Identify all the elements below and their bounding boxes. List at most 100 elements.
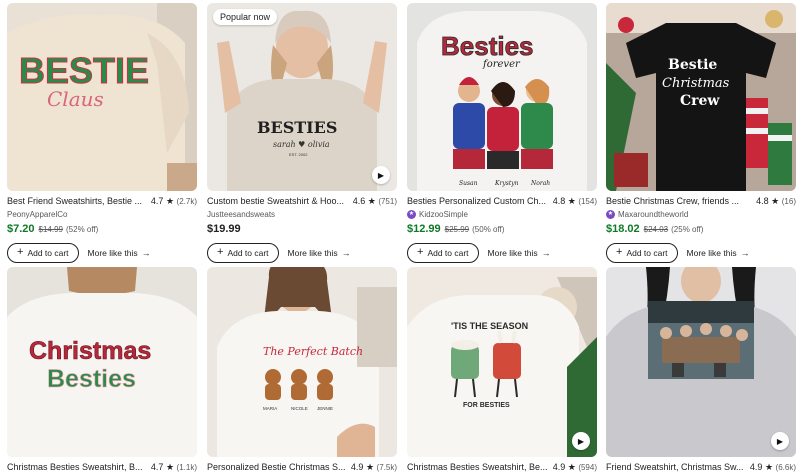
listing-image[interactable]: Bestie Christmas Crew — [606, 3, 796, 191]
arrow-right-icon: → — [141, 247, 151, 258]
sweatshirt-photo: The Perfect Batch MARIA NICOLE JENNIE — [207, 267, 397, 457]
listing-card[interactable]: 'TIS THE SEASON FOR BESTIES ▶ Christmas … — [407, 267, 597, 473]
star-seller-icon: ★ — [407, 210, 416, 219]
play-icon[interactable]: ▶ — [372, 166, 390, 184]
listing-card[interactable]: The Perfect Batch MARIA NICOLE JENNIE Pe… — [207, 267, 397, 473]
original-price: $24.03 — [643, 225, 669, 234]
sweatshirt-photo: 'TIS THE SEASON FOR BESTIES — [407, 267, 597, 457]
discount: (50% off) — [472, 225, 505, 234]
sale-price: $7.20 — [7, 223, 35, 235]
listing-image[interactable]: ▶ — [606, 267, 796, 457]
svg-text:Besties: Besties — [47, 365, 136, 393]
rating: 4.7 ★ (1.1k) — [150, 461, 197, 472]
more-like-this-link[interactable]: More like this → — [687, 248, 750, 258]
sweatshirt-photo: Christmas Besties — [7, 267, 197, 457]
star-icon: ★ — [567, 195, 576, 206]
shop-name[interactable]: ★ Maxaroundtheworld — [606, 209, 796, 220]
svg-text:FOR BESTIES: FOR BESTIES — [463, 402, 510, 409]
listing-title[interactable]: Christmas Besties Sweatshirt, B... — [7, 462, 151, 472]
more-like-this-link[interactable]: More like this → — [88, 248, 151, 258]
star-icon: ★ — [567, 461, 576, 472]
shop-name[interactable]: ★ KidzooSimple — [407, 209, 597, 220]
listing-title[interactable]: Personalized Bestie Christmas S... — [207, 462, 351, 472]
sweatshirt-photo: Besties forever Susan Krystyn Norah — [407, 3, 597, 191]
sale-price: $12.99 — [407, 223, 441, 235]
listing-image[interactable]: Christmas Besties — [7, 267, 197, 457]
star-icon: ★ — [165, 195, 175, 206]
rating: 4.8 ★ (154) — [552, 195, 597, 206]
sweatshirt-photo — [606, 267, 796, 457]
listing-image[interactable]: The Perfect Batch MARIA NICOLE JENNIE — [207, 267, 397, 457]
svg-text:'TIS THE SEASON: 'TIS THE SEASON — [451, 321, 528, 331]
price-row: $12.99 $25.99 (50% off) — [407, 223, 597, 237]
svg-text:NICOLE: NICOLE — [291, 406, 308, 411]
more-like-this-link[interactable]: More like this → — [288, 248, 351, 258]
listing-card[interactable]: Besties forever Susan Krystyn Norah Best… — [407, 3, 597, 263]
shop-name[interactable]: PeonyApparelCo — [7, 209, 197, 220]
original-price: $14.99 — [38, 225, 63, 234]
star-icon: ★ — [764, 461, 774, 472]
svg-text:Krystyn: Krystyn — [494, 180, 519, 187]
listing-title[interactable]: Besties Personalized Custom Ch... — [407, 196, 553, 206]
svg-text:EST. 2002: EST. 2002 — [289, 152, 308, 157]
plus-icon: + — [217, 246, 224, 258]
listing-card[interactable]: BESTIE Claus Best Friend Sweatshirts, Be… — [7, 3, 197, 263]
sweatshirt-photo: BESTIE Claus — [7, 3, 197, 191]
discount: (52% off) — [66, 225, 99, 234]
price: $19.99 — [207, 223, 241, 235]
listing-grid: BESTIE Claus Best Friend Sweatshirts, Be… — [0, 0, 800, 473]
listing-image[interactable]: BESTIES sarah ♥ olivia EST. 2002 Popular… — [207, 3, 397, 191]
sale-price: $18.02 — [606, 223, 640, 235]
add-to-cart-button[interactable]: + Add to cart — [407, 242, 479, 263]
add-to-cart-button[interactable]: + Add to cart — [606, 242, 678, 263]
play-icon[interactable]: ▶ — [771, 432, 789, 450]
price-row: $18.02 $24.03 (25% off) — [606, 223, 796, 237]
arrow-right-icon: → — [341, 247, 351, 258]
svg-text:Susan: Susan — [459, 180, 478, 187]
plus-icon: + — [616, 246, 623, 258]
plus-icon: + — [417, 246, 424, 258]
arrow-right-icon: → — [740, 247, 750, 258]
svg-text:Claus: Claus — [47, 87, 104, 111]
svg-text:Bestie: Bestie — [668, 57, 717, 73]
listing-title[interactable]: Best Friend Sweatshirts, Bestie ... — [7, 196, 151, 206]
svg-text:forever: forever — [482, 59, 521, 70]
rating: 4.9 ★ (6.6k) — [749, 461, 796, 472]
add-to-cart-button[interactable]: + Add to cart — [207, 242, 279, 263]
star-icon: ★ — [365, 461, 375, 472]
star-seller-icon: ★ — [606, 210, 615, 219]
listing-card[interactable]: Bestie Christmas Crew Bestie Christmas C… — [606, 3, 796, 263]
discount: (25% off) — [671, 225, 704, 234]
original-price: $25.99 — [444, 225, 470, 234]
listing-title[interactable]: Custom bestie Sweatshirt & Hoo... — [207, 196, 353, 206]
svg-text:Christmas: Christmas — [662, 76, 730, 91]
star-icon: ★ — [771, 195, 780, 206]
popular-now-badge: Popular now — [213, 9, 278, 25]
listing-title[interactable]: Bestie Christmas Crew, friends ... — [606, 196, 756, 206]
svg-text:JENNIE: JENNIE — [317, 406, 333, 411]
svg-text:The Perfect Batch: The Perfect Batch — [263, 345, 363, 358]
svg-text:Besties: Besties — [441, 31, 534, 61]
listing-image[interactable]: BESTIE Claus — [7, 3, 197, 191]
more-like-this-link[interactable]: More like this → — [488, 248, 551, 258]
plus-icon: + — [17, 246, 24, 258]
add-to-cart-button[interactable]: + Add to cart — [7, 242, 79, 263]
rating: 4.7 ★ (2.7k) — [150, 195, 197, 206]
shop-name[interactable]: Justteesandsweats — [207, 209, 397, 220]
sweatshirt-photo: BESTIES sarah ♥ olivia EST. 2002 — [207, 3, 397, 191]
svg-text:Crew: Crew — [680, 93, 720, 109]
listing-image[interactable]: Besties forever Susan Krystyn Norah — [407, 3, 597, 191]
listing-title[interactable]: Friend Sweatshirt, Christmas Sw... — [606, 462, 750, 472]
listing-image[interactable]: 'TIS THE SEASON FOR BESTIES ▶ — [407, 267, 597, 457]
listing-card[interactable]: ▶ Friend Sweatshirt, Christmas Sw... 4.9… — [606, 267, 796, 473]
play-icon[interactable]: ▶ — [572, 432, 590, 450]
listing-card[interactable]: Christmas Besties Christmas Besties Swea… — [7, 267, 197, 473]
arrow-right-icon: → — [541, 247, 551, 258]
rating: 4.9 ★ (7.5k) — [350, 461, 397, 472]
listing-card[interactable]: BESTIES sarah ♥ olivia EST. 2002 Popular… — [207, 3, 397, 263]
svg-text:Christmas: Christmas — [29, 337, 151, 365]
star-icon: ★ — [165, 461, 175, 472]
rating: 4.8 ★ (16) — [756, 195, 796, 206]
listing-title[interactable]: Christmas Besties Sweatshirt, Be... — [407, 462, 553, 472]
price-row: $7.20 $14.99 (52% off) — [7, 223, 197, 237]
